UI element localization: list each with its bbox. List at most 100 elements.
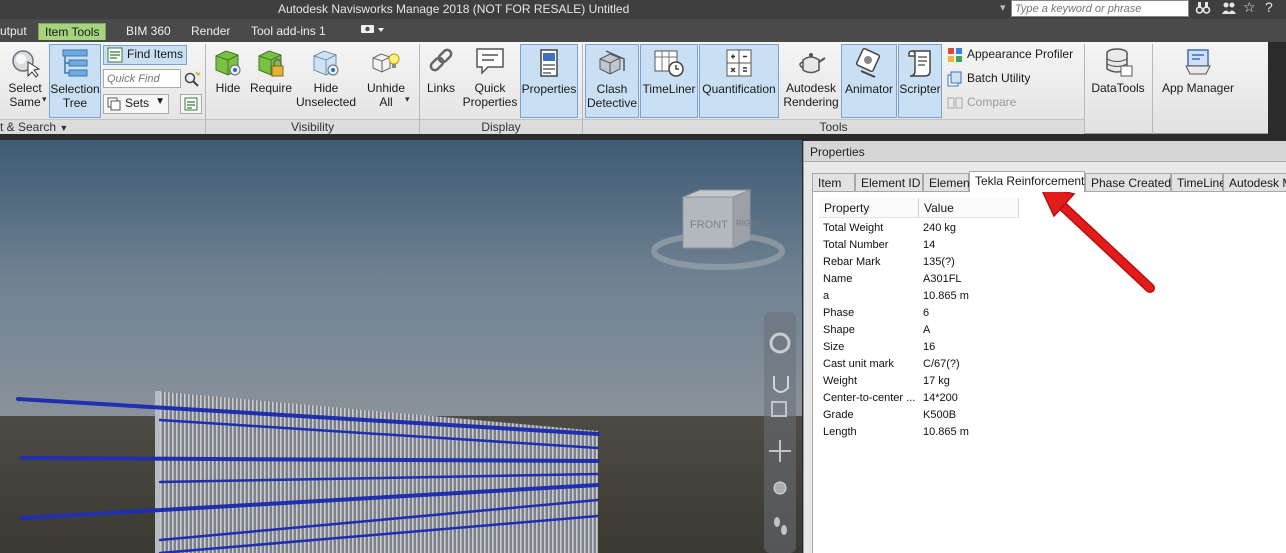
hide-label: Hide — [215, 81, 241, 95]
quick-properties-icon — [476, 48, 504, 75]
require-button[interactable]: Require — [248, 44, 294, 118]
panel-label-display: Display — [420, 119, 582, 134]
tab-autodesk-material[interactable]: Autodesk Ma — [1223, 173, 1286, 191]
help-search-input[interactable] — [1011, 0, 1189, 17]
app-manager-button[interactable]: App Manager — [1158, 44, 1238, 118]
table-row[interactable]: a 10.865 m — [819, 288, 1286, 305]
walk-footprint-icon[interactable] — [774, 517, 780, 527]
table-row[interactable]: Cast unit mark C/67(?) — [819, 356, 1286, 373]
table-row[interactable]: Total Number 14 — [819, 237, 1286, 254]
properties-tabs: Item Element ID Element Tekla Reinforcem… — [812, 171, 1286, 192]
find-items-icon — [107, 47, 123, 63]
table-row[interactable]: Center-to-center ... 14*200 — [819, 390, 1286, 407]
autodesk-rendering-button[interactable]: Autodesk Rendering — [782, 44, 840, 118]
unhide-chevron-down-icon[interactable]: ▾ — [405, 94, 410, 105]
tab-phase-created[interactable]: Phase Created — [1085, 173, 1171, 191]
unhide-all-icon — [372, 53, 400, 73]
panel-label-visibility: Visibility — [206, 119, 419, 134]
help-icon[interactable]: ? — [1265, 0, 1273, 15]
properties-icon — [540, 49, 558, 77]
viewcube-front-label: FRONT — [690, 219, 728, 231]
manage-sets-icon — [184, 97, 198, 111]
require-label: Require — [249, 81, 293, 95]
key-users-icon[interactable] — [1221, 0, 1237, 19]
look-eye-icon[interactable] — [773, 481, 787, 495]
table-row[interactable]: Name A301FL — [819, 271, 1286, 288]
app-manager-icon — [1185, 49, 1211, 75]
batch-utility-button[interactable]: Batch Utility — [947, 71, 1081, 91]
column-header-value[interactable]: Value — [919, 198, 1019, 218]
quick-find-search-icon[interactable] — [183, 70, 201, 88]
table-row[interactable]: Weight 17 kg — [819, 373, 1286, 390]
quick-find-input[interactable] — [103, 69, 181, 88]
manage-sets-button[interactable] — [180, 94, 202, 114]
search-dropdown-icon[interactable]: ▾ — [1000, 1, 1006, 14]
timeliner-label: TimeLiner — [642, 82, 696, 96]
timeliner-button[interactable]: TimeLiner — [640, 44, 698, 118]
scripter-button[interactable]: Scripter — [898, 44, 942, 118]
tab-element-id[interactable]: Element ID — [855, 173, 923, 191]
navigation-bar[interactable] — [764, 312, 796, 553]
hide-unselected-button[interactable]: Hide Unselected — [296, 44, 356, 118]
tab-timeliner[interactable]: TimeLiner — [1171, 173, 1230, 191]
clash-detective-icon — [599, 50, 625, 75]
quantification-button[interactable]: Quantification — [699, 44, 779, 118]
sets-dropdown[interactable]: Sets ▼ — [103, 94, 169, 114]
quick-find-field[interactable] — [103, 69, 201, 89]
tab-item-tools[interactable]: Item Tools — [38, 23, 107, 40]
ribbon-tab-row: utput Item Tools BIM 360 Render Tool add… — [0, 19, 1286, 42]
select-same-icon — [12, 50, 41, 78]
panel-label-tools: Tools — [583, 119, 1084, 134]
panel-divider — [1084, 44, 1085, 134]
favorites-star-icon[interactable]: ☆ — [1243, 0, 1256, 16]
tab-bim-360[interactable]: BIM 360 — [120, 23, 177, 40]
chevron-down-icon[interactable]: ▾ — [42, 94, 47, 105]
appearance-profiler-label: Appearance Profiler — [967, 47, 1074, 62]
table-row[interactable]: Size 16 — [819, 339, 1286, 356]
table-row[interactable]: Rebar Mark 135(?) — [819, 254, 1286, 271]
animator-button[interactable]: Animator — [841, 44, 897, 118]
camera-dropdown-icon[interactable] — [356, 23, 388, 40]
compare-icon — [947, 97, 963, 109]
tab-tekla-reinforcement[interactable]: Tekla Reinforcement — [969, 171, 1085, 192]
links-button[interactable]: Links — [424, 44, 458, 118]
tab-tool-addins-1[interactable]: Tool add-ins 1 — [245, 23, 332, 40]
hide-button[interactable]: Hide — [209, 44, 247, 118]
binoculars-icon[interactable] — [1195, 0, 1211, 19]
table-row[interactable]: Total Weight 240 kg — [819, 220, 1286, 237]
3d-viewport[interactable]: FRONT RIGHT — [0, 140, 802, 553]
compare-button[interactable]: Compare — [947, 95, 1081, 115]
ribbon-overflow-area — [1268, 42, 1286, 134]
sets-label: Sets — [125, 96, 150, 110]
properties-panel: Properties Item Element ID Element Tekla… — [803, 141, 1286, 553]
selection-tree-button[interactable]: Selection Tree — [49, 44, 101, 118]
table-row[interactable]: Grade K500B — [819, 407, 1286, 424]
table-row[interactable]: Shape A — [819, 322, 1286, 339]
quick-properties-button[interactable]: Quick Properties — [461, 44, 519, 118]
timeliner-clock-icon — [654, 50, 684, 77]
find-items-label: Find Items — [127, 47, 184, 62]
ribbon: Select Same ▾ Selection Tree Find Items … — [0, 42, 1268, 134]
column-header-property[interactable]: Property — [819, 198, 919, 218]
table-row[interactable]: Phase 6 — [819, 305, 1286, 322]
appearance-profiler-button[interactable]: Appearance Profiler — [947, 47, 1081, 67]
tab-render[interactable]: Render — [185, 23, 236, 40]
links-label: Links — [426, 81, 455, 95]
select-same-button[interactable]: Select Same — [4, 44, 46, 118]
unhide-all-button[interactable]: Unhide All — [362, 44, 410, 118]
scripter-scroll-icon — [908, 50, 931, 77]
table-row[interactable]: Length 10.865 m — [819, 424, 1286, 441]
datatools-button[interactable]: DataTools — [1088, 44, 1148, 118]
tab-output[interactable]: utput — [0, 23, 33, 40]
tab-item[interactable]: Item — [812, 173, 855, 191]
clash-detective-label: Clash Detective — [586, 82, 638, 110]
hide-unselected-icon — [313, 50, 339, 76]
tab-element[interactable]: Element — [923, 173, 973, 191]
sets-icon — [107, 97, 121, 111]
table-header: Property Value — [819, 198, 1286, 218]
properties-button[interactable]: Properties — [520, 44, 578, 118]
find-items-button[interactable]: Find Items — [103, 45, 187, 65]
panel-label-select-search[interactable]: t & Search ▼ — [0, 119, 205, 134]
clash-detective-button[interactable]: Clash Detective — [585, 44, 639, 118]
require-lock-icon — [258, 50, 284, 77]
